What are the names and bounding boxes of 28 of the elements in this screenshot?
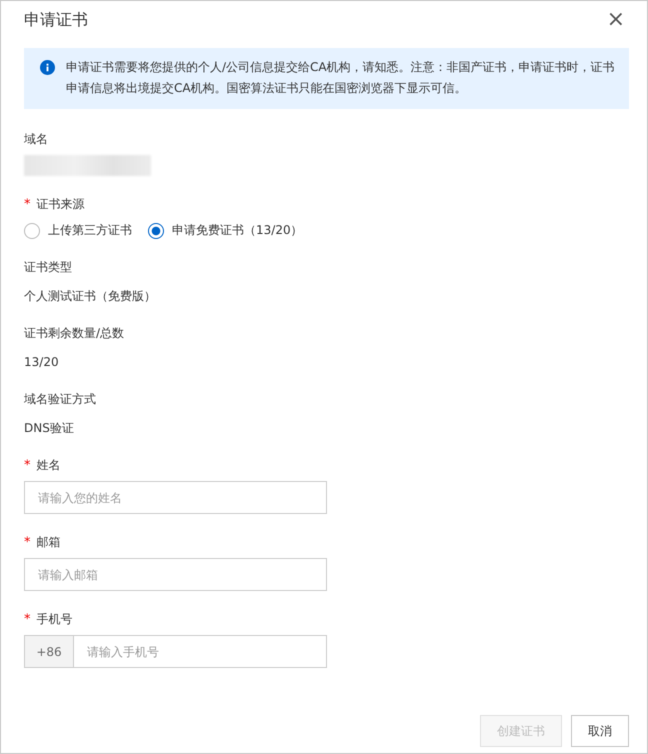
- field-label: 邮箱: [36, 534, 60, 550]
- field-label: 证书剩余数量/总数: [24, 324, 124, 342]
- required-mark: *: [24, 612, 30, 626]
- input-field[interactable]: 请输入邮箱: [24, 558, 327, 591]
- country-code: +86: [24, 635, 73, 668]
- radio-label[interactable]: 申请免费证书（13/20）: [172, 222, 303, 239]
- field-label: 姓名: [36, 456, 60, 474]
- radio-button[interactable]: [148, 222, 164, 238]
- radio-button[interactable]: [24, 222, 40, 238]
- input-field[interactable]: 请输入您的姓名: [24, 481, 327, 514]
- cancel-button[interactable]: 取消: [571, 715, 629, 747]
- close-button[interactable]: ×: [602, 9, 629, 31]
- field-label: 证书类型: [24, 258, 72, 276]
- required-mark: *: [24, 458, 30, 472]
- field-value: 个人测试证书（免费版）: [24, 288, 157, 305]
- info-icon: [40, 60, 55, 75]
- required-mark: *: [24, 196, 30, 212]
- alert-message: 申请证书需要将您提供的个人/公司信息提交给CA机构，请知悉。注意：非国产证书，申请证书时，证书申请信息将出境提交CA机构。国密算法证书只能在国密浏览器下显示可信。: [66, 59, 615, 97]
- field-label: 证书来源: [36, 196, 84, 212]
- field-label: 手机号: [36, 610, 72, 628]
- field-label: 域名验证方式: [24, 390, 96, 408]
- input-field[interactable]: 请输入手机号: [73, 635, 327, 668]
- radio-label[interactable]: 上传第三方证书: [48, 222, 132, 239]
- dialog-title: 申请证书: [24, 10, 88, 30]
- required-mark: *: [24, 534, 30, 550]
- field-value: 13/20: [24, 354, 60, 371]
- field-value: DNS验证: [24, 420, 75, 437]
- field-label: 域名: [24, 130, 48, 148]
